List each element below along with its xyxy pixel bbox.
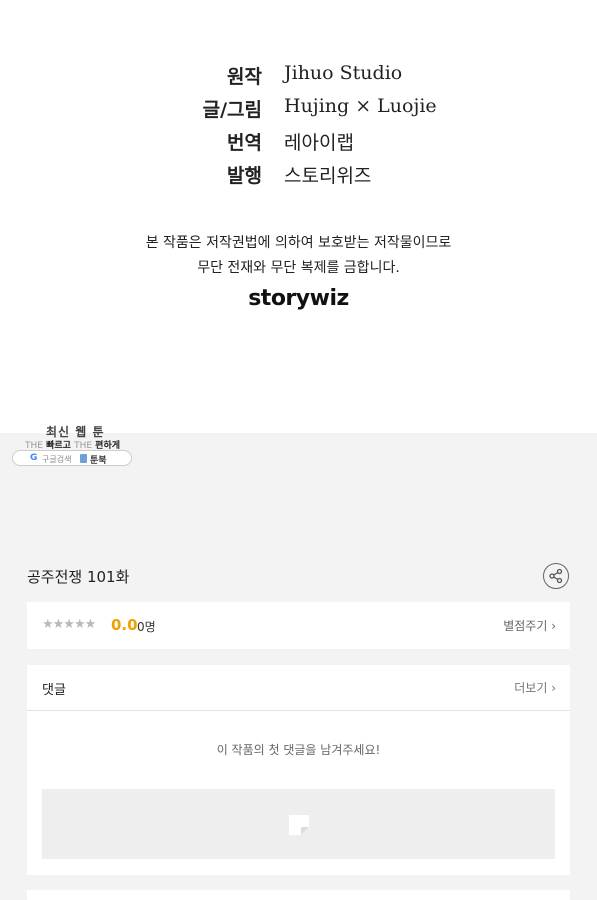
copyright-notice-line2: 무단 전재와 무단 복제를 금합니다. bbox=[197, 260, 400, 276]
credit-row-translation: 번역 레아이랩 bbox=[0, 128, 597, 158]
comments-more-button[interactable]: 더보기 › bbox=[514, 679, 556, 696]
rating-score: 0.0 bbox=[111, 616, 138, 634]
credit-value: Jihuo Studio bbox=[284, 62, 403, 84]
credit-label: 원작 bbox=[227, 66, 262, 88]
episode-title: 공주전쟁 101화 bbox=[27, 568, 130, 586]
comment-input[interactable] bbox=[42, 789, 555, 859]
credits-panel: 원작 Jihuo Studio 글/그림 Hujing × Luojie 번역 … bbox=[0, 0, 597, 433]
credit-label: 글/그림 bbox=[202, 99, 262, 121]
credit-value: Hujing × Luojie bbox=[284, 95, 437, 117]
credit-label: 발행 bbox=[227, 165, 262, 187]
comments-title: 댓글 bbox=[42, 683, 66, 698]
rating-stars: ★★★★★ bbox=[42, 617, 96, 632]
toonbook-label: 툰북 bbox=[90, 456, 107, 466]
rating-count: 0명 bbox=[137, 620, 156, 634]
share-icon bbox=[549, 568, 563, 584]
credit-value: 스토리위즈 bbox=[284, 165, 372, 187]
credit-row-story-art: 글/그림 Hujing × Luojie bbox=[0, 95, 597, 125]
pencil-icon bbox=[289, 815, 309, 835]
toonbook-icon bbox=[80, 454, 87, 463]
credit-value: 레아이랩 bbox=[284, 132, 354, 154]
credit-row-publisher: 발행 스토리위즈 bbox=[0, 161, 597, 191]
share-button[interactable] bbox=[543, 563, 569, 589]
comments-header: 댓글 더보기 › bbox=[27, 665, 570, 711]
comments-empty-message: 이 작품의 첫 댓글을 남겨주세요! bbox=[216, 743, 381, 757]
storywiz-logo: storywiz bbox=[248, 286, 349, 311]
google-icon: G bbox=[30, 453, 38, 463]
google-search-label: 구글검색 bbox=[42, 455, 72, 464]
copyright-notice-line1: 본 작품은 저작권법에 의하여 보호받는 저작물이므로 bbox=[145, 235, 452, 251]
rate-button[interactable]: 별점주기 › bbox=[503, 617, 556, 634]
rating-panel: ★★★★★ 0.0 0명 별점주기 › bbox=[27, 602, 570, 649]
credit-label: 번역 bbox=[227, 132, 262, 154]
next-panel bbox=[27, 890, 570, 900]
credit-row-original: 원작 Jihuo Studio bbox=[0, 62, 597, 92]
comments-panel: 댓글 더보기 › 이 작품의 첫 댓글을 남겨주세요! bbox=[27, 665, 570, 875]
promo-search-pill[interactable]: G 구글검색 툰북 bbox=[12, 450, 132, 466]
